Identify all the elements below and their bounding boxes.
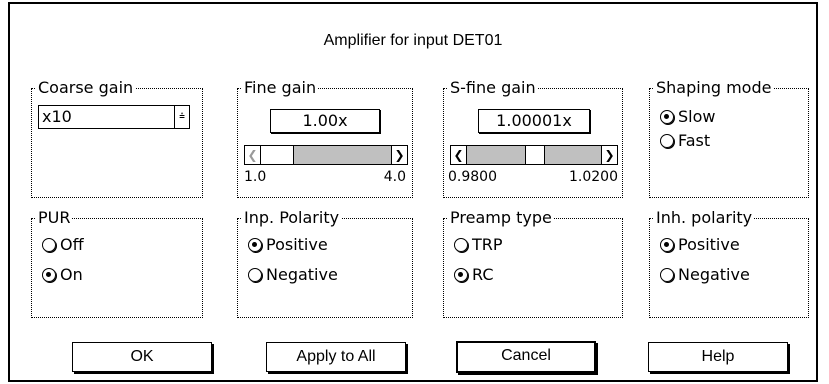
radio-checked-icon <box>42 268 56 282</box>
slider-left-arrow-icon[interactable]: ❮ <box>245 146 261 164</box>
dialog-title: Amplifier for input DET01 <box>323 32 503 49</box>
radio-unchecked-icon <box>42 238 56 252</box>
radio-label: Off <box>60 235 84 254</box>
apply-to-all-button[interactable]: Apply to All <box>266 342 406 372</box>
radio-label: Negative <box>678 265 750 284</box>
sfine-gain-slider[interactable]: ❮ ❯ <box>450 145 618 165</box>
inp-polarity-title: Inp. Polarity <box>242 208 342 228</box>
sfine-gain-value[interactable]: 1.00001x <box>478 109 590 133</box>
inh-polarity-title: Inh. polarity <box>654 208 755 228</box>
coarse-gain-value: x10 <box>42 107 72 126</box>
amplifier-dialog: Amplifier for input DET01 Coarse gain x1… <box>8 2 818 382</box>
radio-negative[interactable]: Negative <box>248 265 338 285</box>
sfine-gain-max: 1.0200 <box>569 169 618 185</box>
radio-positive[interactable]: Positive <box>660 235 740 255</box>
radio-unchecked-icon <box>660 134 674 148</box>
pur-title: PUR <box>36 208 73 228</box>
radio-label: Positive <box>678 235 740 254</box>
coarse-gain-group: Coarse gain x10 ⩮ <box>31 78 203 198</box>
coarse-gain-title: Coarse gain <box>36 78 136 98</box>
radio-checked-icon <box>660 110 674 124</box>
dropdown-arrow-icon[interactable]: ⩮ <box>174 106 189 128</box>
radio-negative[interactable]: Negative <box>660 265 750 285</box>
inp-polarity-group: Inp. Polarity Positive Negative <box>237 208 413 318</box>
radio-label: Negative <box>266 265 338 284</box>
radio-trp[interactable]: TRP <box>454 235 503 255</box>
radio-label: Positive <box>266 235 328 254</box>
radio-label: Fast <box>678 131 711 150</box>
slider-right-arrow-icon[interactable]: ❯ <box>601 146 617 164</box>
sfine-gain-min: 0.9800 <box>448 169 497 185</box>
radio-unchecked-icon <box>660 268 674 282</box>
radio-positive[interactable]: Positive <box>248 235 328 255</box>
cancel-button[interactable]: Cancel <box>456 341 596 373</box>
preamp-type-title: Preamp type <box>448 208 554 228</box>
help-button[interactable]: Help <box>648 342 788 372</box>
slider-left-arrow-icon[interactable]: ❮ <box>451 146 467 164</box>
sfine-gain-group: S-fine gain 1.00001x ❮ ❯ 0.9800 1.0200 <box>443 78 623 198</box>
radio-checked-icon <box>248 238 262 252</box>
radio-slow[interactable]: Slow <box>660 107 715 127</box>
shaping-mode-group: Shaping mode Slow Fast <box>649 78 809 198</box>
radio-on[interactable]: On <box>42 265 83 285</box>
radio-unchecked-icon <box>248 268 262 282</box>
sfine-gain-title: S-fine gain <box>448 78 538 98</box>
radio-checked-icon <box>660 238 674 252</box>
preamp-type-group: Preamp type TRP RC <box>443 208 623 318</box>
shaping-mode-title: Shaping mode <box>654 78 774 98</box>
radio-rc[interactable]: RC <box>454 265 494 285</box>
radio-label: TRP <box>472 235 503 254</box>
radio-label: RC <box>472 265 494 284</box>
fine-gain-min: 1.0 <box>244 169 267 185</box>
pur-group: PUR Off On <box>31 208 203 318</box>
fine-gain-value[interactable]: 1.00x <box>270 109 380 133</box>
fine-gain-max: 4.0 <box>383 169 406 185</box>
fine-gain-slider[interactable]: ❮ ❯ <box>244 145 408 165</box>
radio-unchecked-icon <box>454 238 468 252</box>
coarse-gain-select[interactable]: x10 ⩮ <box>38 105 190 129</box>
radio-checked-icon <box>454 268 468 282</box>
radio-off[interactable]: Off <box>42 235 84 255</box>
ok-button[interactable]: OK <box>72 342 212 372</box>
slider-thumb[interactable] <box>260 146 294 164</box>
slider-thumb[interactable] <box>525 146 545 164</box>
fine-gain-title: Fine gain <box>242 78 319 98</box>
radio-label: Slow <box>678 107 716 126</box>
slider-right-arrow-icon[interactable]: ❯ <box>391 146 407 164</box>
radio-label: On <box>60 265 83 284</box>
inh-polarity-group: Inh. polarity Positive Negative <box>649 208 809 318</box>
radio-fast[interactable]: Fast <box>660 131 710 151</box>
fine-gain-group: Fine gain 1.00x ❮ ❯ 1.0 4.0 <box>237 78 413 198</box>
